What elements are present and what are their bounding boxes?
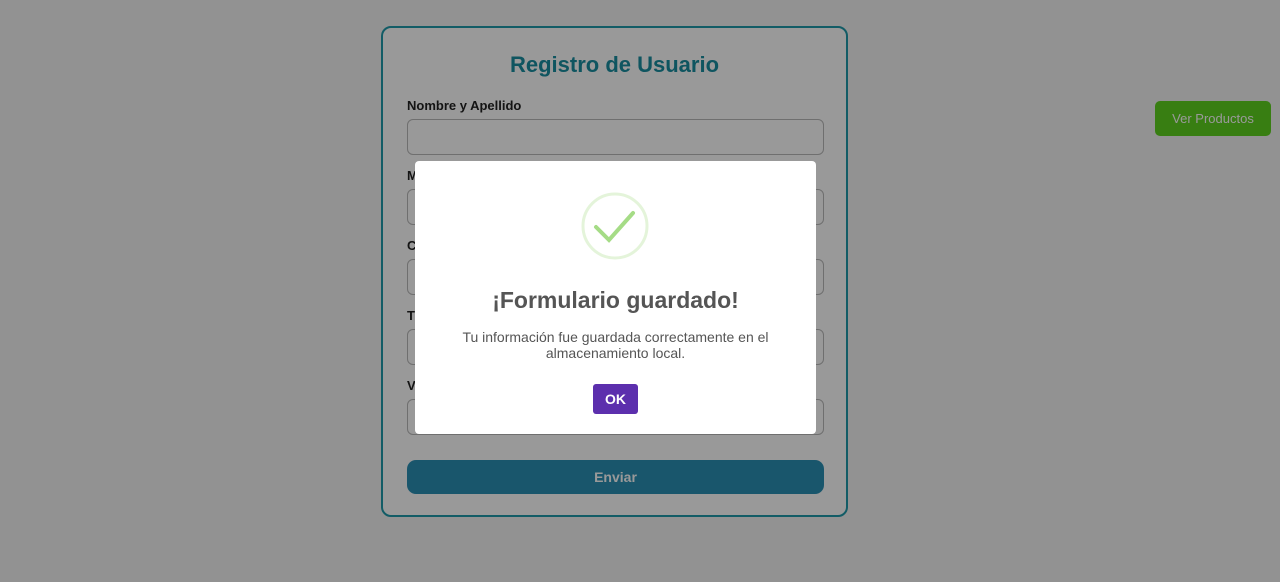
ok-button[interactable]: OK: [593, 384, 638, 414]
success-dialog: ¡Formulario guardado! Tu información fue…: [415, 161, 816, 434]
check-icon: [581, 192, 649, 260]
dialog-message: Tu información fue guardada correctament…: [462, 329, 769, 361]
dialog-title: ¡Formulario guardado!: [492, 287, 739, 313]
